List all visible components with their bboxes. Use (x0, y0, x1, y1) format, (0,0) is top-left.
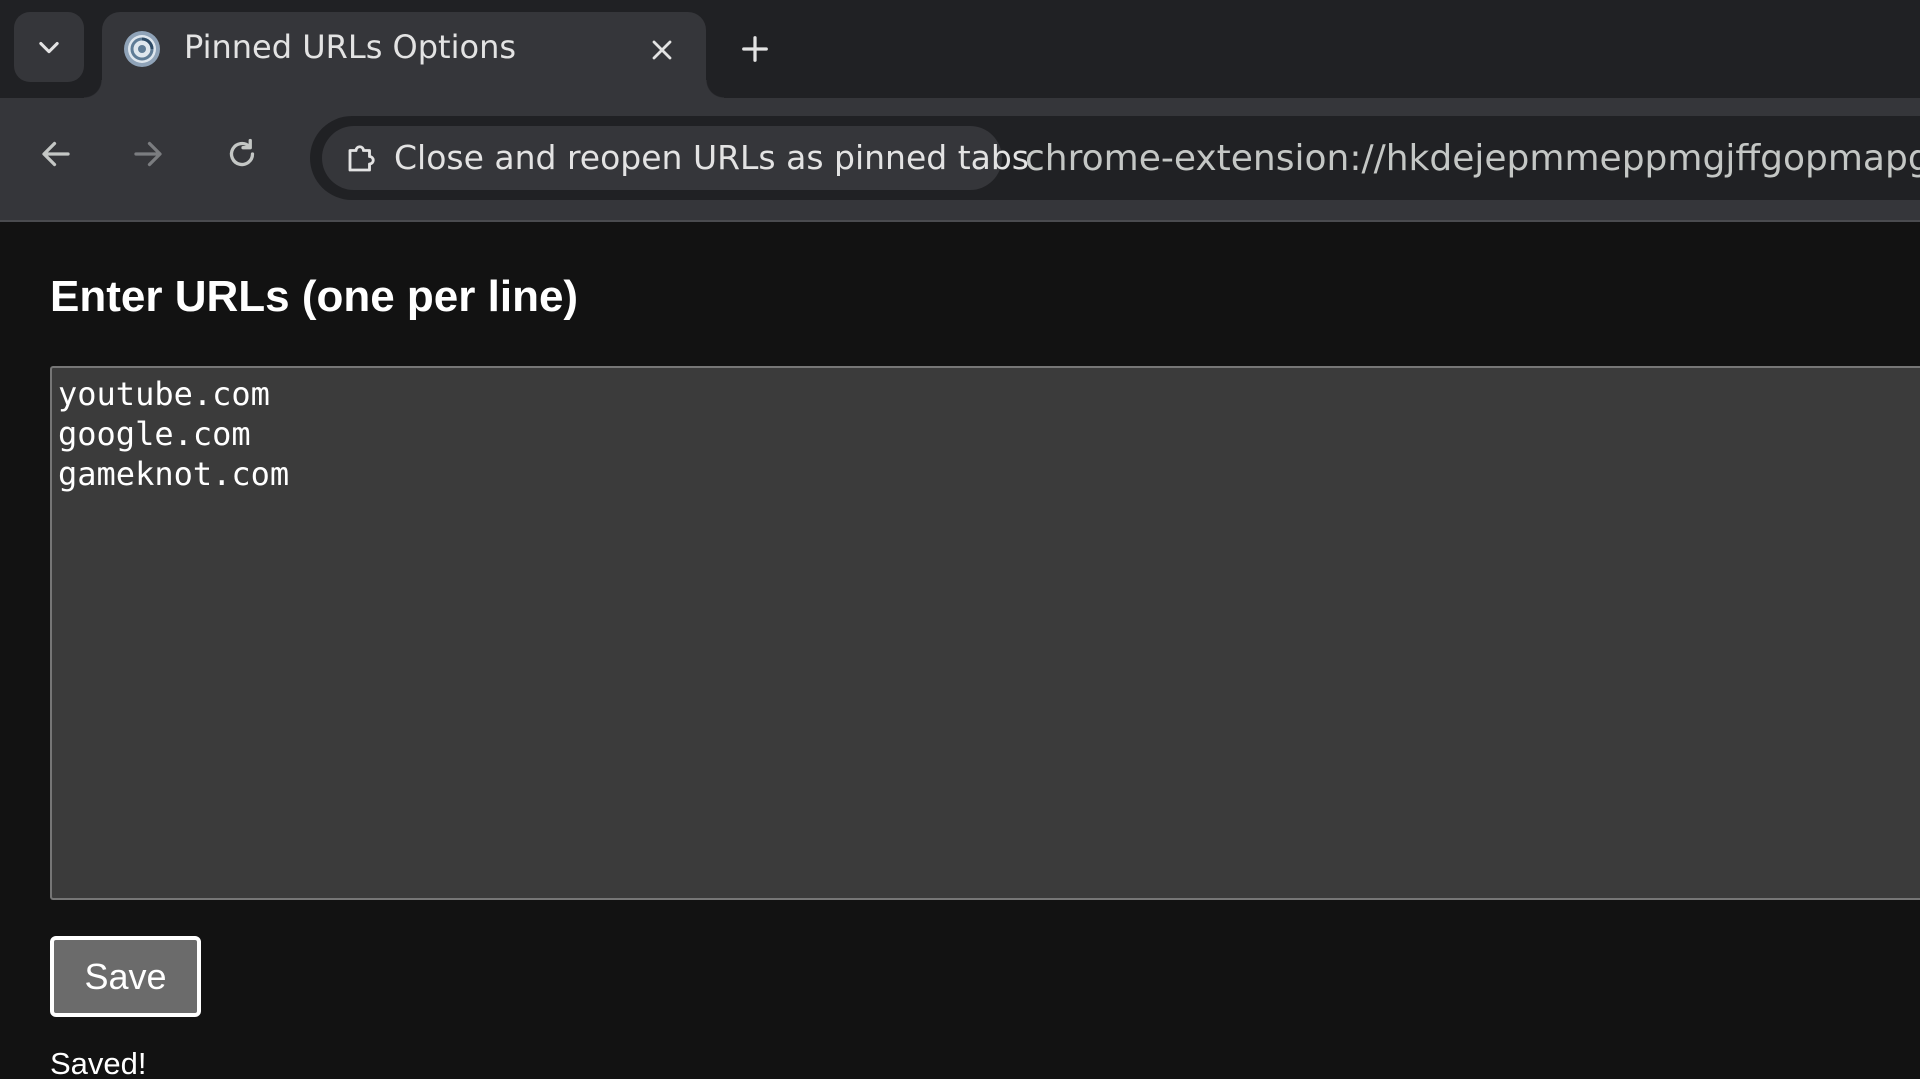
close-icon (652, 40, 672, 60)
arrow-left-icon (42, 141, 70, 167)
puzzle-icon (348, 145, 375, 172)
page-content: Enter URLs (one per line) Save Saved! (0, 222, 1920, 1079)
urls-textarea[interactable] (50, 366, 1920, 900)
url-text[interactable]: chrome-extension://hkdejepmmeppmgjffgopm… (1025, 138, 1920, 179)
arrow-right-icon (134, 141, 162, 167)
page-title: Enter URLs (one per line) (50, 272, 579, 321)
tab-strip: Pinned URLs Options (0, 0, 1920, 98)
reload-icon (229, 138, 255, 167)
address-bar[interactable]: Close and reopen URLs as pinned tabs chr… (310, 116, 1920, 200)
forward-button[interactable] (128, 134, 168, 174)
save-button[interactable]: Save (50, 936, 201, 1017)
tab-pinned-urls-options[interactable]: Pinned URLs Options (84, 12, 724, 98)
tab-title: Pinned URLs Options (184, 28, 517, 66)
status-message: Saved! (50, 1046, 147, 1079)
extension-page-icon (124, 31, 160, 67)
extension-chip[interactable]: Close and reopen URLs as pinned tabs (322, 126, 1029, 190)
chevron-down-icon (39, 41, 59, 54)
new-tab-button[interactable] (734, 28, 776, 70)
tab-search-button[interactable] (14, 12, 84, 82)
tab-close-button[interactable] (644, 32, 680, 68)
extension-name: Close and reopen URLs as pinned tabs (394, 138, 1029, 177)
reload-button[interactable] (222, 134, 262, 174)
browser-toolbar: Close and reopen URLs as pinned tabs chr… (0, 98, 1920, 222)
back-button[interactable] (36, 134, 76, 174)
plus-icon (742, 36, 768, 62)
